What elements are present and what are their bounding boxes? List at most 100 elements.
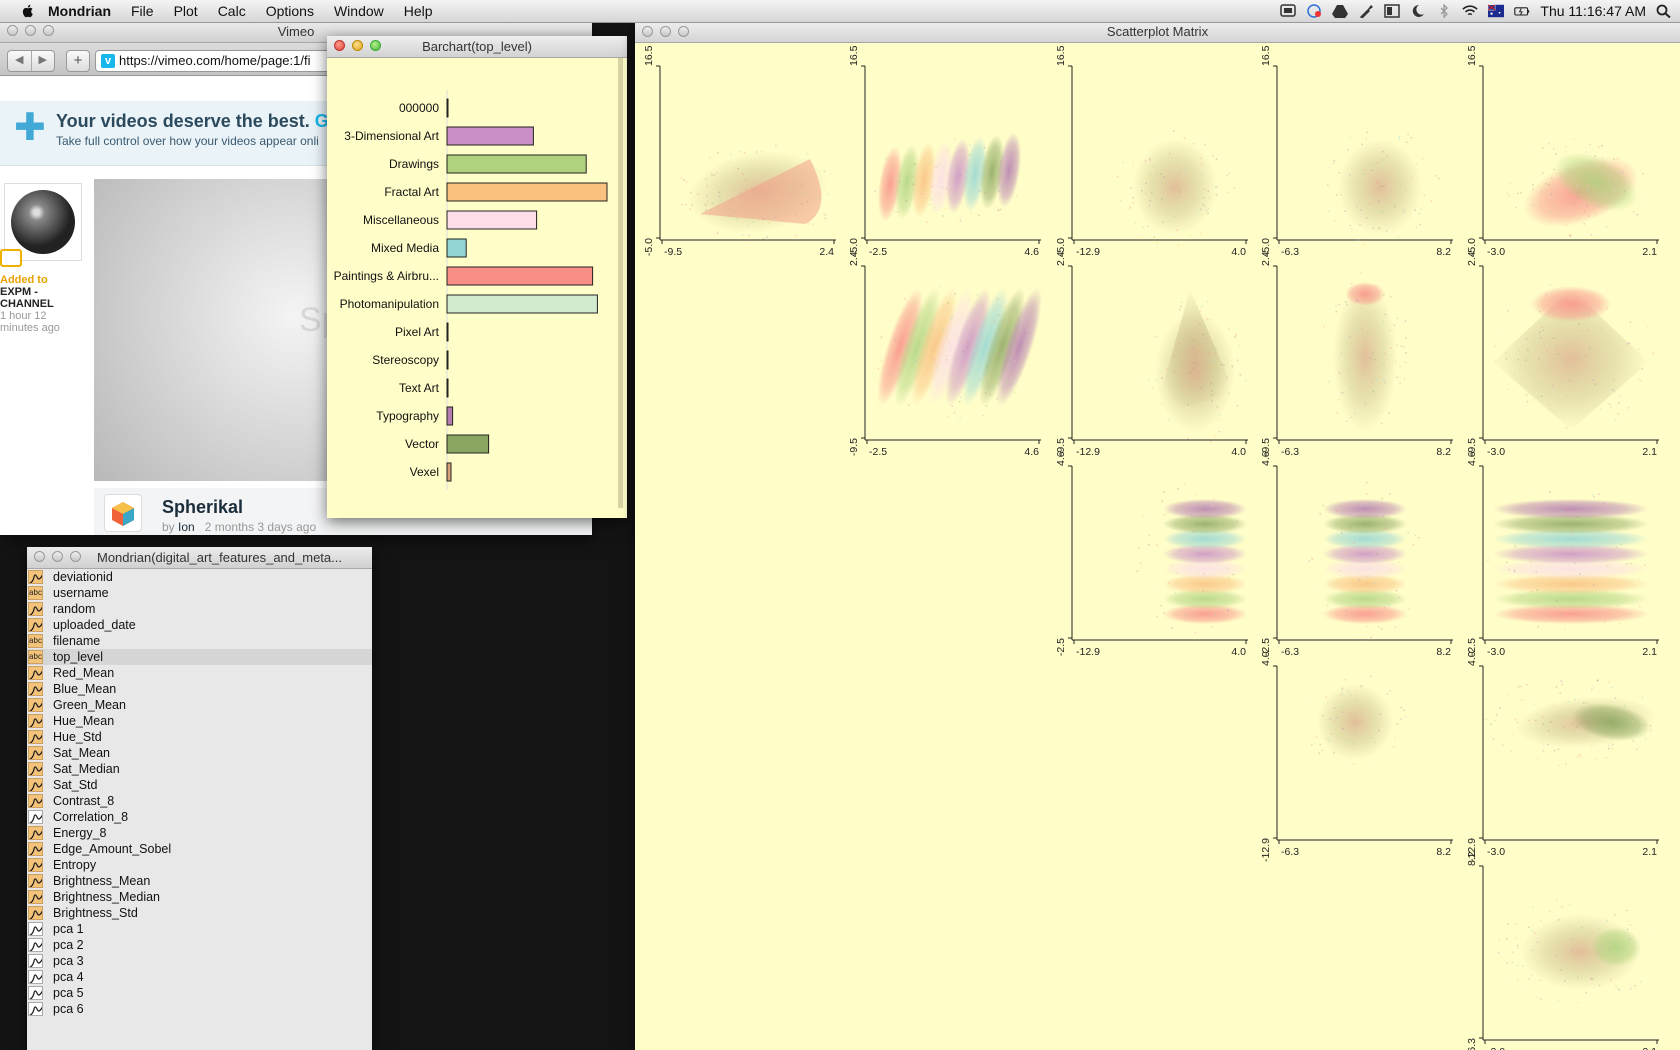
variable-item[interactable]: Contrast_8 [27, 793, 372, 809]
minimize-button[interactable] [52, 551, 63, 562]
variable-item[interactable]: Correlation_8 [27, 809, 372, 825]
cube-logo-icon[interactable] [104, 494, 142, 532]
bar[interactable] [446, 210, 538, 230]
variable-item[interactable]: random [27, 601, 372, 617]
menu-clock[interactable]: Thu 11:16:47 AM [1540, 3, 1646, 19]
variable-item[interactable]: pca 6 [27, 1001, 372, 1017]
variable-item[interactable]: uploaded_date [27, 617, 372, 633]
scatter-cell[interactable]: -6.3 8.2-2.54.6 [1260, 451, 1453, 658]
scatter-cell[interactable]: -12.9 4.0-5.016.5 [1055, 45, 1248, 258]
window-manager-icon[interactable] [1384, 4, 1401, 18]
varwin-titlebar[interactable]: Mondrian(digital_art_features_and_meta..… [27, 547, 372, 569]
variable-item[interactable]: abc top_level [27, 649, 372, 665]
scatter-cell[interactable]: -9.5 2.4 -5.0 16.5 [643, 45, 836, 258]
barchart-titlebar[interactable]: Barchart(top_level) [327, 36, 627, 58]
zoom-button[interactable] [370, 40, 381, 51]
scatterplot-matrix[interactable]: -9.5 2.4-5.016.5-2.5 4.6-5.016.5-12.9 4.0-5… [635, 43, 1680, 1050]
battery-icon[interactable] [1514, 4, 1530, 18]
scatter-cell[interactable]: -6.3 8.2 -12.9 4.0 [1260, 651, 1453, 862]
scatter-cell[interactable]: -6.3 8.2-5.016.5 [1260, 45, 1453, 258]
scatter-cell[interactable]: -3.0 2.1-9.52.4 [1466, 251, 1659, 458]
menu-app-mondrian[interactable]: Mondrian [48, 3, 111, 19]
variable-item[interactable]: abc username [27, 585, 372, 601]
minimize-button[interactable] [352, 40, 363, 51]
bar[interactable] [446, 126, 534, 146]
bar[interactable] [446, 462, 452, 482]
australia-flag-icon[interactable] [1488, 4, 1505, 18]
bar[interactable] [446, 154, 587, 174]
variable-item[interactable]: pca 2 [27, 937, 372, 953]
variable-item[interactable]: Hue_Std [27, 729, 372, 745]
bar[interactable] [446, 406, 454, 426]
menu-help[interactable]: Help [404, 3, 433, 19]
close-button[interactable] [7, 25, 18, 36]
bar[interactable] [446, 434, 490, 454]
barchart-plot[interactable]: 000000 3-Dimensional Art Drawings Fractal A… [327, 58, 627, 518]
zoom-button[interactable] [70, 551, 81, 562]
wifi-icon[interactable] [1462, 4, 1479, 18]
variable-item[interactable]: Energy_8 [27, 825, 372, 841]
variable-item[interactable]: Sat_Median [27, 761, 372, 777]
scatter-cell[interactable]: -2.5 4.6-5.016.5 [848, 45, 1041, 258]
bar[interactable] [446, 378, 449, 398]
spotlight-search-icon[interactable] [1656, 4, 1672, 18]
variable-item[interactable]: Blue_Mean [27, 681, 372, 697]
scatter-cell[interactable]: -12.9 4.0-9.52.4 [1055, 251, 1248, 458]
channel-link[interactable]: EXPM - CHANNEL [0, 286, 80, 310]
back-arrow-icon[interactable]: ◀ [8, 51, 32, 71]
menu-plot[interactable]: Plot [174, 3, 198, 19]
screen-sharing-icon[interactable] [1280, 4, 1297, 18]
scatter-cell[interactable]: -6.3 8.2-9.52.4 [1260, 251, 1453, 458]
scatter-cell[interactable]: -12.9 4.0 -2.5 4.6 [1055, 451, 1248, 658]
variable-item[interactable]: Brightness_Std [27, 905, 372, 921]
variable-item[interactable]: pca 5 [27, 985, 372, 1001]
variable-item[interactable]: Sat_Mean [27, 745, 372, 761]
variable-item[interactable]: Green_Mean [27, 697, 372, 713]
zoom-button[interactable] [43, 25, 54, 36]
variable-item[interactable]: Edge_Amount_Sobel [27, 841, 372, 857]
variable-item[interactable]: pca 4 [27, 969, 372, 985]
bar[interactable] [446, 322, 449, 342]
variable-item[interactable]: Entropy [27, 857, 372, 873]
bar[interactable] [446, 182, 608, 202]
close-button[interactable] [642, 26, 653, 37]
variable-item[interactable]: Hue_Mean [27, 713, 372, 729]
variable-item[interactable]: Brightness_Mean [27, 873, 372, 889]
moon-icon[interactable] [1410, 4, 1426, 18]
minimize-button[interactable] [660, 26, 671, 37]
bar[interactable] [446, 294, 598, 314]
bluetooth-icon[interactable] [1436, 4, 1452, 18]
menu-window[interactable]: Window [334, 3, 384, 19]
scatter-cell[interactable]: -3.0 2.1-2.54.6 [1466, 451, 1659, 658]
video-title[interactable]: Spherikal [162, 497, 243, 518]
tools-icon[interactable] [1358, 4, 1374, 18]
spm-titlebar[interactable]: Scatterplot Matrix [635, 22, 1680, 43]
zoom-button[interactable] [678, 26, 689, 37]
variable-item[interactable]: abc filename [27, 633, 372, 649]
menu-calc[interactable]: Calc [218, 3, 246, 19]
google-drive-icon[interactable] [1332, 4, 1349, 18]
bar[interactable] [446, 266, 594, 286]
variable-item[interactable]: pca 1 [27, 921, 372, 937]
bar[interactable] [446, 98, 449, 118]
variable-item[interactable]: Red_Mean [27, 665, 372, 681]
scatter-cell[interactable]: -3.0 2.1-12.94.0 [1466, 651, 1659, 862]
scatter-cell[interactable]: -3.0 2.1-5.016.5 [1466, 45, 1659, 258]
variable-item[interactable]: pca 3 [27, 953, 372, 969]
bar[interactable] [446, 238, 467, 258]
variable-item[interactable]: Sat_Std [27, 777, 372, 793]
bar[interactable] [446, 350, 449, 370]
dropbox-badge-icon[interactable] [1306, 4, 1322, 18]
apple-menu-icon[interactable] [20, 3, 36, 19]
forward-arrow-icon[interactable]: ▶ [32, 51, 55, 71]
close-button[interactable] [34, 551, 45, 562]
scatter-cell[interactable]: -2.5 4.6 -9.5 2.4 [848, 251, 1051, 458]
menu-file[interactable]: File [131, 3, 154, 19]
minimize-button[interactable] [25, 25, 36, 36]
author-link[interactable]: Ion [178, 520, 195, 534]
menu-options[interactable]: Options [266, 3, 314, 19]
close-button[interactable] [334, 40, 345, 51]
variable-item[interactable]: Brightness_Median [27, 889, 372, 905]
scatter-cell[interactable]: -3.0 2.1 -6.3 8.2 [1466, 851, 1659, 1050]
variable-item[interactable]: deviationid [27, 569, 372, 585]
